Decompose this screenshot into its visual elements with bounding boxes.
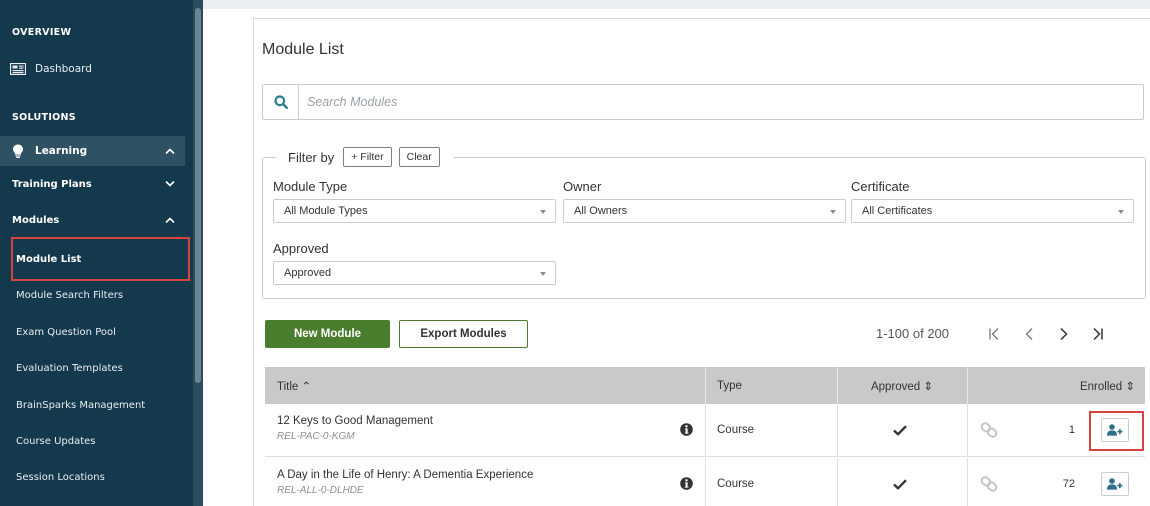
column-header-approved[interactable]: Approved ⇕ — [837, 367, 967, 404]
column-divider — [705, 367, 706, 404]
column-divider — [967, 458, 968, 506]
module-title[interactable]: 12 Keys to Good Management — [277, 415, 433, 427]
filter-by-label: Filter by — [288, 149, 335, 165]
module-code: REL-ALL-0-DLHDE — [277, 485, 364, 496]
table-header: Title ⌃ Type Approved ⇕ Enrolled ⇕ — [265, 367, 1145, 404]
sidebar-item-session-locations[interactable]: Session Locations — [0, 462, 193, 492]
enrolled-count: 1 — [1068, 424, 1075, 436]
sidebar-item-learning-label: Learning — [35, 145, 88, 157]
dropdown-caret-icon — [540, 272, 546, 276]
link-icon[interactable] — [978, 419, 1000, 441]
module-type-label: Module Type — [273, 179, 348, 194]
page-title: Module List — [262, 41, 344, 58]
highlight-box-enroll-button — [1089, 411, 1144, 451]
previous-page-button[interactable] — [1017, 322, 1041, 346]
checkmark-icon — [893, 425, 907, 436]
export-modules-button[interactable]: Export Modules — [399, 320, 528, 348]
first-page-icon — [989, 328, 999, 340]
column-header-enrolled[interactable]: Enrolled ⇕ — [967, 367, 1135, 404]
column-divider — [837, 404, 838, 457]
pagination-range: 1-100 of 200 — [876, 326, 950, 341]
last-page-button[interactable] — [1086, 322, 1110, 346]
chevron-right-icon — [1060, 327, 1068, 341]
sidebar: OVERVIEW Dashboard SOLUTIONS Learning Tr… — [0, 0, 203, 506]
chevron-up-icon — [165, 217, 175, 223]
filter-legend: Filter by + Filter Clear — [276, 146, 454, 168]
dropdown-caret-icon — [540, 210, 546, 214]
search-icon — [273, 95, 288, 109]
column-divider — [967, 404, 968, 457]
last-page-icon — [1093, 327, 1103, 341]
sidebar-item-exam-question-pool[interactable]: Exam Question Pool — [0, 317, 193, 347]
sidebar-item-label: Module Search Filters — [16, 289, 124, 301]
sidebar-item-training-plans-label: Training Plans — [12, 178, 92, 190]
sidebar-item-label: Session Locations — [16, 471, 105, 483]
sidebar-item-label: Exam Question Pool — [16, 326, 116, 338]
module-title[interactable]: A Day in the Life of Henry: A Dementia E… — [277, 469, 533, 481]
owner-label: Owner — [563, 179, 602, 194]
dropdown-caret-icon — [1118, 210, 1124, 214]
checkmark-icon — [893, 479, 907, 490]
sidebar-item-learning[interactable]: Learning — [0, 136, 185, 166]
enroll-user-button[interactable] — [1101, 472, 1129, 496]
sidebar-item-modules-label: Modules — [12, 214, 60, 226]
info-icon[interactable] — [680, 423, 693, 436]
owner-select[interactable]: All Owners — [563, 199, 846, 223]
table-row[interactable]: A Day in the Life of Henry: A Dementia E… — [265, 458, 1145, 506]
module-type: Course — [717, 424, 755, 436]
next-page-button[interactable] — [1052, 322, 1076, 346]
lightbulb-icon — [13, 144, 23, 158]
sidebar-item-dashboard[interactable]: Dashboard — [10, 58, 193, 80]
owner-value: All Owners — [574, 205, 628, 217]
certificate-select[interactable]: All Certificates — [851, 199, 1134, 223]
dropdown-caret-icon — [830, 210, 836, 214]
sidebar-heading-solutions: SOLUTIONS — [12, 112, 76, 123]
link-icon[interactable] — [978, 473, 1000, 495]
module-code: REL-PAC-0-KGM — [277, 431, 355, 442]
module-type: Course — [717, 478, 755, 490]
sidebar-item-modules[interactable]: Modules — [0, 205, 193, 235]
sidebar-scrollbar-thumb[interactable] — [195, 8, 201, 383]
approved-value: Approved — [284, 267, 332, 279]
sidebar-heading-overview: OVERVIEW — [12, 27, 72, 38]
enrolled-count: 72 — [1062, 478, 1075, 490]
approved-label: Approved — [273, 241, 329, 256]
sidebar-item-dashboard-label: Dashboard — [35, 63, 92, 75]
approved-select[interactable]: Approved — [273, 261, 556, 285]
search-box — [262, 84, 1144, 120]
sidebar-item-label: BrainSparks Management — [16, 399, 146, 411]
sidebar-item-training-plans[interactable]: Training Plans — [0, 169, 193, 199]
sidebar-item-label: Course Updates — [16, 435, 96, 447]
clear-filter-button[interactable]: Clear — [398, 147, 440, 167]
info-icon[interactable] — [680, 477, 693, 490]
top-strip — [203, 0, 1150, 9]
column-divider — [705, 458, 706, 506]
sidebar-item-evaluation-templates[interactable]: Evaluation Templates — [0, 353, 193, 383]
dashboard-icon — [10, 63, 26, 75]
certificate-value: All Certificates — [862, 205, 933, 217]
sidebar-item-module-search-filters[interactable]: Module Search Filters — [0, 280, 193, 310]
certificate-label: Certificate — [851, 179, 910, 194]
chevron-up-icon — [165, 148, 175, 154]
module-type-select[interactable]: All Module Types — [273, 199, 556, 223]
new-module-button[interactable]: New Module — [265, 320, 390, 348]
add-filter-button[interactable]: + Filter — [343, 147, 392, 167]
module-type-value: All Module Types — [284, 205, 368, 217]
column-header-title[interactable]: Title ⌃ — [277, 367, 311, 404]
search-button[interactable] — [263, 85, 299, 119]
sidebar-item-brainsparks-management[interactable]: BrainSparks Management — [0, 390, 193, 420]
highlight-box-module-list — [11, 237, 190, 281]
table-row[interactable]: 12 Keys to Good Management REL-PAC-0-KGM… — [265, 404, 1145, 457]
column-divider — [705, 404, 706, 457]
sidebar-item-label: Evaluation Templates — [16, 362, 123, 374]
first-page-button[interactable] — [982, 322, 1006, 346]
add-user-icon — [1107, 478, 1123, 490]
chevron-left-icon — [1025, 328, 1033, 340]
column-divider — [837, 458, 838, 506]
sidebar-item-course-updates[interactable]: Course Updates — [0, 426, 193, 456]
search-input[interactable] — [307, 85, 1127, 119]
column-header-type[interactable]: Type — [717, 367, 742, 404]
chevron-down-icon — [165, 181, 175, 187]
